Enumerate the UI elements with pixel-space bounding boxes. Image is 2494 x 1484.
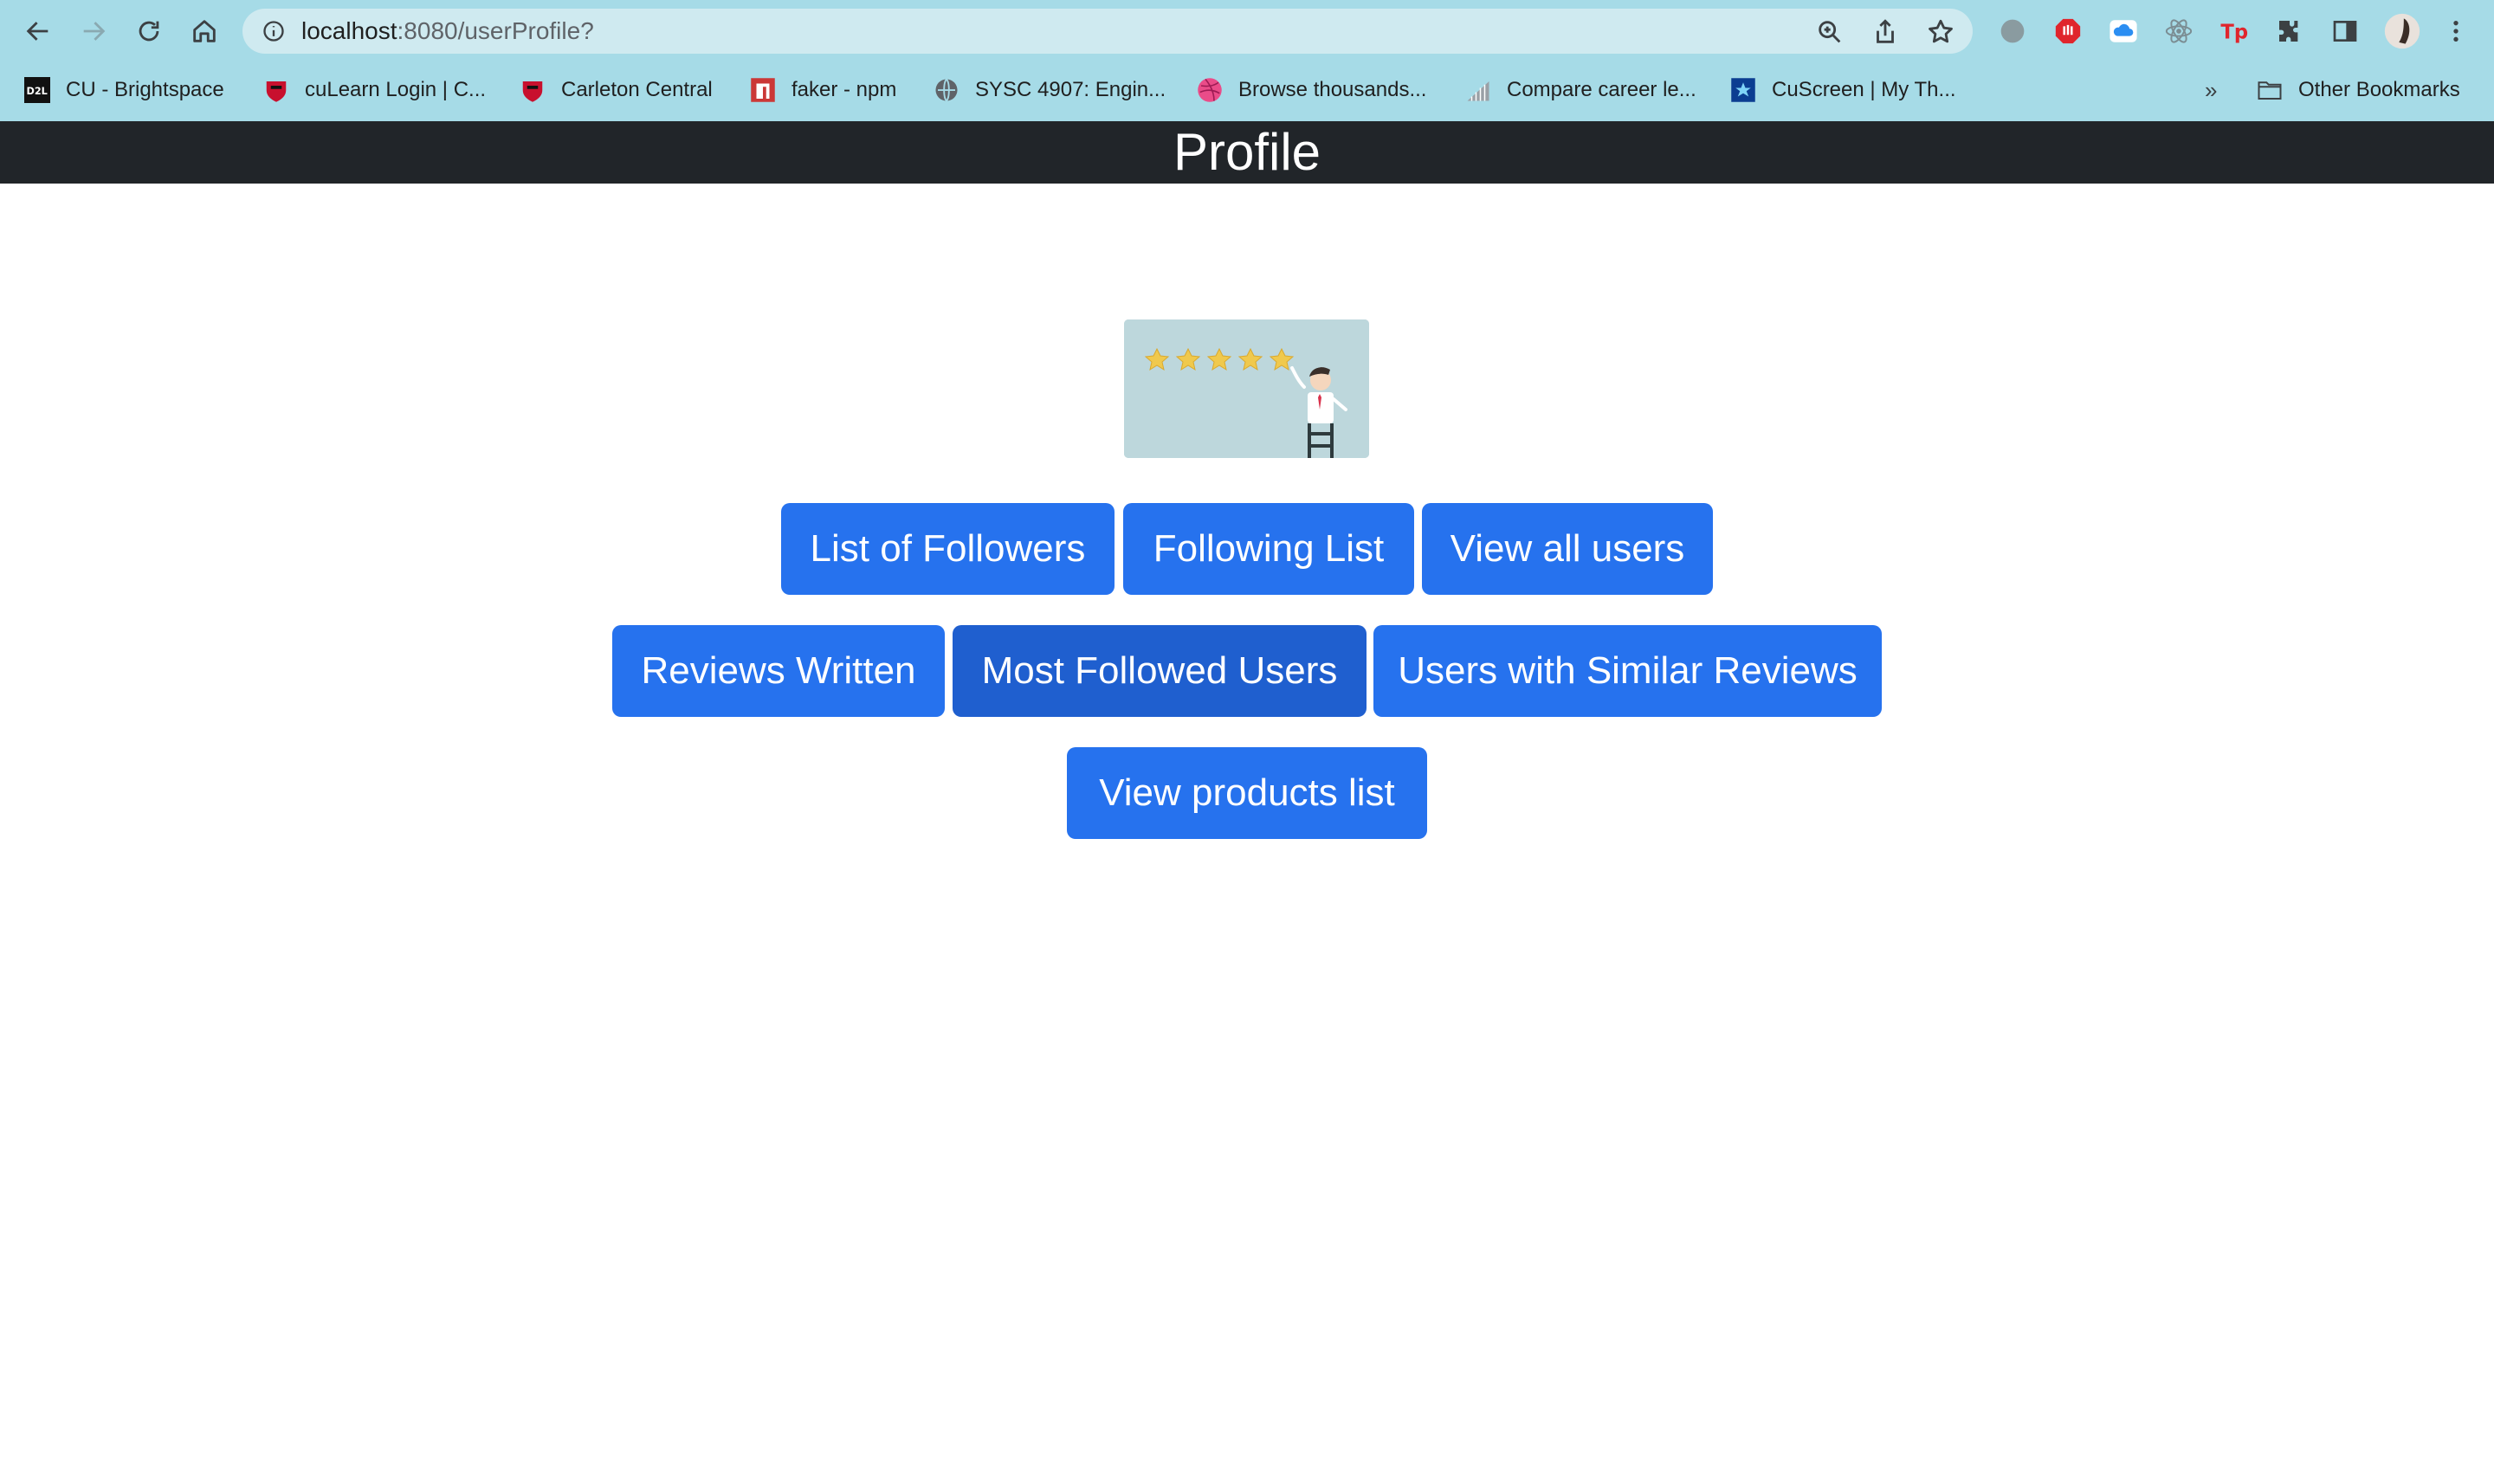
other-bookmarks-folder[interactable]: Other Bookmarks: [2257, 74, 2460, 106]
view-products-list-button[interactable]: View products list: [1067, 747, 1427, 839]
bookmark-item[interactable]: cuLearn Login | C...: [263, 74, 486, 106]
other-bookmarks-label: Other Bookmarks: [2298, 78, 2460, 101]
cloud-icon[interactable]: [2108, 16, 2139, 47]
bookmark-label: SYSC 4907: Engin...: [975, 78, 1166, 101]
zoom-icon[interactable]: [1815, 17, 1845, 47]
profile-hero-image: [1124, 319, 1369, 458]
browser-chrome: localhost:8080/userProfile? Tp D2L CU - …: [0, 0, 2494, 121]
globe-icon: [934, 77, 959, 103]
bookmark-label: cuLearn Login | C...: [305, 78, 487, 101]
chart-icon: [1465, 77, 1491, 103]
list-of-followers-button[interactable]: List of Followers: [781, 503, 1115, 595]
bookmark-item[interactable]: Compare career le...: [1465, 74, 1696, 106]
svg-text:D2L: D2L: [27, 86, 48, 97]
site-info-icon[interactable]: [262, 19, 286, 43]
more-bookmarks-chevron[interactable]: »: [2205, 74, 2217, 106]
folder-icon: [2257, 77, 2283, 103]
bookmark-label: faker - npm: [791, 78, 897, 101]
forward-arrow-icon: [83, 22, 106, 41]
bookmark-item[interactable]: D2L CU - Brightspace: [24, 74, 224, 106]
back-button[interactable]: [17, 10, 59, 52]
bookmark-item[interactable]: faker - npm: [750, 74, 896, 106]
rating-stars-illustration: [1124, 319, 1369, 458]
svg-text:Tp: Tp: [2220, 22, 2248, 44]
d2l-icon: D2L: [24, 77, 50, 103]
extension-grey-icon[interactable]: [1997, 16, 2028, 47]
bookmarks-bar: D2L CU - Brightspace cuLearn Login | C..…: [0, 62, 2494, 118]
extensions-puzzle-icon[interactable]: [2274, 16, 2305, 47]
reload-icon: [139, 21, 159, 42]
following-list-button[interactable]: Following List: [1123, 503, 1414, 595]
dribbble-icon: [1197, 77, 1223, 103]
bookmark-label: Browse thousands...: [1238, 78, 1427, 101]
carleton-shield-icon: [263, 77, 289, 103]
side-panel-icon[interactable]: [2329, 16, 2361, 47]
forward-button[interactable]: [73, 10, 114, 52]
reload-button[interactable]: [128, 10, 170, 52]
bookmark-label: CuScreen | My Th...: [1772, 78, 1956, 101]
view-all-users-button[interactable]: View all users: [1422, 503, 1713, 595]
reviews-written-button[interactable]: Reviews Written: [612, 625, 945, 717]
url-text[interactable]: localhost:8080/userProfile?: [301, 17, 594, 45]
bookmark-star-icon[interactable]: [1926, 17, 1955, 47]
bookmark-item[interactable]: CuScreen | My Th...: [1730, 74, 1956, 106]
users-with-similar-reviews-button[interactable]: Users with Similar Reviews: [1373, 625, 1882, 717]
bookmark-label: CU - Brightspace: [66, 78, 224, 101]
carleton-shield-icon: [520, 77, 546, 103]
profile-avatar-icon[interactable]: [2383, 12, 2421, 50]
tp-extension-icon[interactable]: Tp: [2219, 16, 2250, 47]
url-path: :8080/userProfile?: [397, 17, 594, 44]
home-button[interactable]: [184, 10, 225, 52]
page-header: Profile: [0, 121, 2494, 184]
cuscreen-icon: [1730, 77, 1756, 103]
npm-icon: [750, 77, 776, 103]
bookmark-item[interactable]: Carleton Central: [520, 74, 713, 106]
most-followed-users-button[interactable]: Most Followed Users: [953, 625, 1367, 717]
browser-menu-icon[interactable]: [2440, 16, 2471, 47]
share-icon[interactable]: [1870, 17, 1900, 47]
bookmark-label: Compare career le...: [1507, 78, 1696, 101]
back-arrow-icon: [26, 22, 48, 41]
url-host: localhost: [301, 17, 397, 44]
page-title: Profile: [1173, 123, 1321, 181]
react-devtools-icon[interactable]: [2163, 16, 2194, 47]
bookmark-item[interactable]: Browse thousands...: [1197, 74, 1426, 106]
adblock-icon[interactable]: [2052, 16, 2084, 47]
home-icon: [193, 20, 216, 42]
bookmark-item[interactable]: SYSC 4907: Engin...: [934, 74, 1166, 106]
address-bar[interactable]: localhost:8080/userProfile?: [242, 9, 1973, 54]
browser-toolbar: localhost:8080/userProfile? Tp: [0, 0, 2494, 62]
bookmark-label: Carleton Central: [561, 78, 713, 101]
